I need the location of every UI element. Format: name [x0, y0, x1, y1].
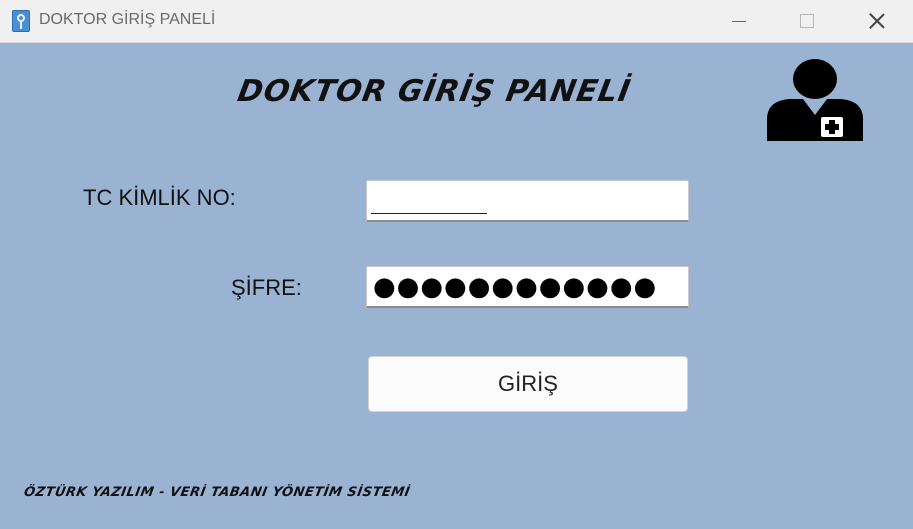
page-title: DOKTOR GİRİŞ PANELİ	[234, 74, 634, 109]
tc-label: TC KİMLİK NO:	[83, 185, 236, 210]
minimize-button[interactable]	[704, 0, 774, 42]
password-field[interactable]: ●●●●●●●●●●●●	[366, 266, 689, 308]
login-button[interactable]: GİRİŞ	[368, 356, 688, 412]
tc-input[interactable]	[367, 181, 688, 220]
app-logo-icon	[12, 10, 30, 32]
close-icon	[869, 13, 885, 29]
maximize-icon	[800, 14, 814, 28]
password-value: ●●●●●●●●●●●●	[373, 272, 658, 302]
title-bar: DOKTOR GİRİŞ PANELİ	[0, 0, 913, 43]
close-button[interactable]	[842, 0, 912, 42]
window-title: DOKTOR GİRİŞ PANELİ	[39, 11, 216, 28]
doctor-icon	[767, 59, 863, 141]
input-mask	[371, 213, 487, 214]
maximize-button[interactable]	[772, 0, 842, 42]
tc-input-field[interactable]	[366, 180, 689, 222]
minimize-icon	[732, 20, 746, 22]
footer-text: ÖZTÜRK YAZILIM - VERİ TABANI YÖNETİM SİS…	[22, 485, 412, 500]
password-label: ŞİFRE:	[231, 275, 302, 300]
